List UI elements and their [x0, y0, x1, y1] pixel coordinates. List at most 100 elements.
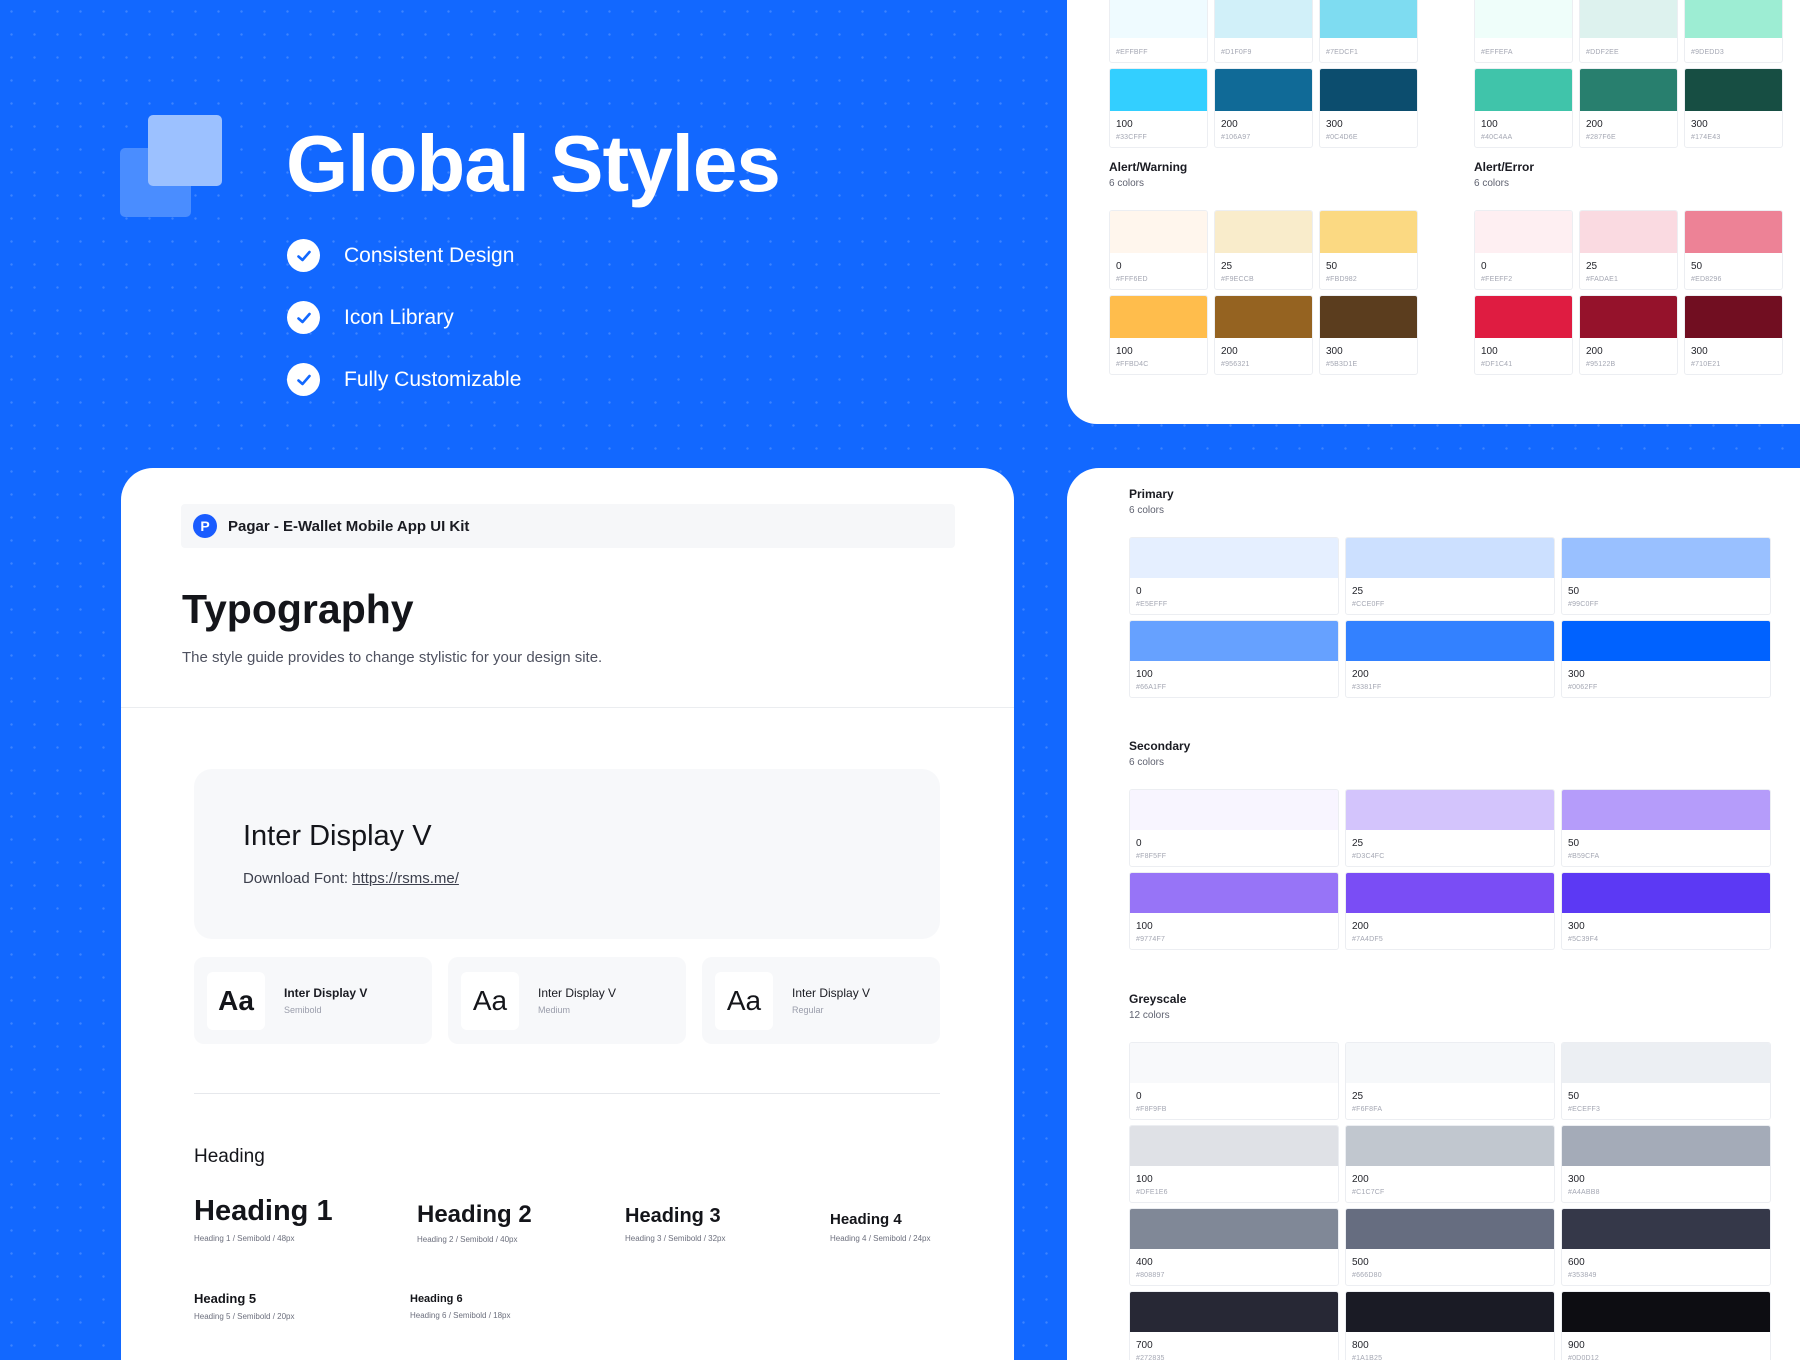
color-swatch[interactable]: 100 #33CFFF	[1109, 68, 1208, 148]
font-sample: Aa	[461, 971, 519, 1030]
swatch-name: 200	[1221, 346, 1238, 357]
color-swatch[interactable]: 50 #B59CFA	[1561, 789, 1771, 867]
download-font-link[interactable]: https://rsms.me/	[352, 870, 459, 887]
swatch-color-fill	[1562, 538, 1770, 578]
color-swatch[interactable]: 700 #272835	[1129, 1291, 1339, 1360]
color-swatch[interactable]: 300 #0062FF	[1561, 620, 1771, 698]
swatch-color-fill	[1346, 1126, 1554, 1166]
swatch-color-fill	[1110, 296, 1207, 338]
color-swatch[interactable]: 100 #40C4AA	[1474, 68, 1573, 148]
swatch-color-fill	[1130, 1209, 1338, 1249]
swatch-name: 200	[1352, 1174, 1369, 1185]
color-swatch[interactable]: 25 #F6F8FA	[1345, 1042, 1555, 1120]
feature-item: Consistent Design	[287, 239, 514, 272]
color-swatch[interactable]: 200 #95122B	[1579, 295, 1678, 375]
swatch-info: 800 #1A1B25	[1346, 1332, 1554, 1360]
color-swatch[interactable]: #7EDCF1	[1319, 0, 1418, 63]
color-swatch[interactable]: 800 #1A1B25	[1345, 1291, 1555, 1360]
color-swatch[interactable]: 25 #D3C4FC	[1345, 789, 1555, 867]
color-swatch[interactable]: 500 #666D80	[1345, 1208, 1555, 1286]
swatch-hex: #353849	[1568, 1272, 1597, 1279]
color-swatch[interactable]: 100 #DFE1E6	[1129, 1125, 1339, 1203]
color-swatch[interactable]: 200 #7A4DF5	[1345, 872, 1555, 950]
heading-text: Heading 6	[410, 1293, 463, 1305]
typography-panel: P Pagar - E-Wallet Mobile App UI Kit Typ…	[121, 468, 1014, 1360]
swatch-grid: #EFFEFA #DDF2EE #9DEDD3 100 #40C4AA 200 #287F6…	[1474, 0, 1783, 148]
color-swatch[interactable]: 200 #956321	[1214, 295, 1313, 375]
swatch-color-fill	[1320, 69, 1417, 111]
color-swatch[interactable]: 300 #5C39F4	[1561, 872, 1771, 950]
swatch-color-fill	[1320, 0, 1417, 38]
color-swatch[interactable]: #EFFEFA	[1474, 0, 1573, 63]
swatch-hex: #5C39F4	[1568, 936, 1599, 943]
swatch-info: 50 #FBD982	[1320, 253, 1417, 289]
greyscale-palette: Greyscale 12 colors 0 #F8F9FB 25 #F6F8FA 50 #EC…	[1129, 991, 1771, 1360]
swatch-info: 100 #33CFFF	[1110, 111, 1207, 147]
swatch-hex: #99C0FF	[1568, 601, 1599, 608]
swatch-name: 300	[1568, 1174, 1585, 1185]
swatch-name: 600	[1568, 1257, 1585, 1268]
color-swatch[interactable]: 0 #FEEFF2	[1474, 210, 1573, 290]
color-swatch[interactable]: 50 #ECEFF3	[1561, 1042, 1771, 1120]
color-swatch[interactable]: 0 #F8F5FF	[1129, 789, 1339, 867]
swatch-info: 300 #174E43	[1685, 111, 1782, 147]
swatch-name: 400	[1136, 1257, 1153, 1268]
swatch-color-fill	[1580, 211, 1677, 253]
swatch-hex: #956321	[1221, 361, 1250, 368]
color-swatch[interactable]: 200 #3381FF	[1345, 620, 1555, 698]
swatch-info: 200 #7A4DF5	[1346, 913, 1554, 949]
color-swatch[interactable]: 600 #353849	[1561, 1208, 1771, 1286]
color-swatch[interactable]: 300 #0C4D6E	[1319, 68, 1418, 148]
swatch-info: 25 #D3C4FC	[1346, 830, 1554, 866]
color-swatch[interactable]: #9DEDD3	[1684, 0, 1783, 63]
swatch-hex: #EFFBFF	[1116, 49, 1148, 56]
alert-warning-palette: Alert/Warning 6 colors 0 #FFF6ED 25 #F9ECCB 50…	[1109, 159, 1418, 375]
swatch-hex: #C1C7CF	[1352, 1189, 1385, 1196]
color-swatch[interactable]: 0 #F8F9FB	[1129, 1042, 1339, 1120]
heading-1-sample: Heading 1 Heading 1 / Semibold / 48px	[194, 1195, 333, 1243]
color-swatch[interactable]: #DDF2EE	[1579, 0, 1678, 63]
color-swatch[interactable]: 0 #FFF6ED	[1109, 210, 1208, 290]
check-circle-icon	[287, 239, 320, 272]
swatch-color-fill	[1346, 1043, 1554, 1083]
color-swatch[interactable]: #D1F0F9	[1214, 0, 1313, 63]
swatch-name: 0	[1136, 838, 1142, 849]
swatch-info: #DDF2EE	[1580, 38, 1677, 62]
feature-item: Icon Library	[287, 301, 454, 334]
color-swatch[interactable]: 25 #CCE0FF	[1345, 537, 1555, 615]
swatch-info: 900 #0D0D12	[1562, 1332, 1770, 1360]
feature-label: Icon Library	[344, 305, 454, 329]
color-swatch[interactable]: 100 #FFBD4C	[1109, 295, 1208, 375]
color-swatch[interactable]: 300 #A4ABB8	[1561, 1125, 1771, 1203]
swatch-name: 0	[1116, 261, 1122, 272]
color-swatch[interactable]: 50 #FBD982	[1319, 210, 1418, 290]
heading-spec: Heading 6 / Semibold / 18px	[410, 1311, 511, 1320]
pagar-logo-icon: P	[193, 514, 217, 538]
swatch-color-fill	[1346, 621, 1554, 661]
download-label: Download Font:	[243, 870, 349, 887]
heading-spec: Heading 1 / Semibold / 48px	[194, 1234, 295, 1243]
color-swatch[interactable]: 100 #9774F7	[1129, 872, 1339, 950]
color-swatch[interactable]: 300 #174E43	[1684, 68, 1783, 148]
swatch-hex: #CCE0FF	[1352, 601, 1385, 608]
color-swatch[interactable]: 50 #ED8296	[1684, 210, 1783, 290]
check-circle-icon	[287, 363, 320, 396]
color-swatch[interactable]: 200 #287F6E	[1579, 68, 1678, 148]
divider	[194, 1093, 940, 1094]
color-swatch[interactable]: 900 #0D0D12	[1561, 1291, 1771, 1360]
swatch-color-fill	[1110, 69, 1207, 111]
color-swatch[interactable]: 200 #106A97	[1214, 68, 1313, 148]
swatch-hex: #3381FF	[1352, 684, 1382, 691]
color-swatch[interactable]: 25 #F9ECCB	[1214, 210, 1313, 290]
color-swatch[interactable]: #EFFBFF	[1109, 0, 1208, 63]
color-swatch[interactable]: 300 #5B3D1E	[1319, 295, 1418, 375]
swatch-info: 300 #0C4D6E	[1320, 111, 1417, 147]
color-swatch[interactable]: 100 #66A1FF	[1129, 620, 1339, 698]
color-swatch[interactable]: 50 #99C0FF	[1561, 537, 1771, 615]
color-swatch[interactable]: 0 #E5EFFF	[1129, 537, 1339, 615]
color-swatch[interactable]: 300 #710E21	[1684, 295, 1783, 375]
color-swatch[interactable]: 25 #FADAE1	[1579, 210, 1678, 290]
color-swatch[interactable]: 400 #808897	[1129, 1208, 1339, 1286]
color-swatch[interactable]: 200 #C1C7CF	[1345, 1125, 1555, 1203]
color-swatch[interactable]: 100 #DF1C41	[1474, 295, 1573, 375]
